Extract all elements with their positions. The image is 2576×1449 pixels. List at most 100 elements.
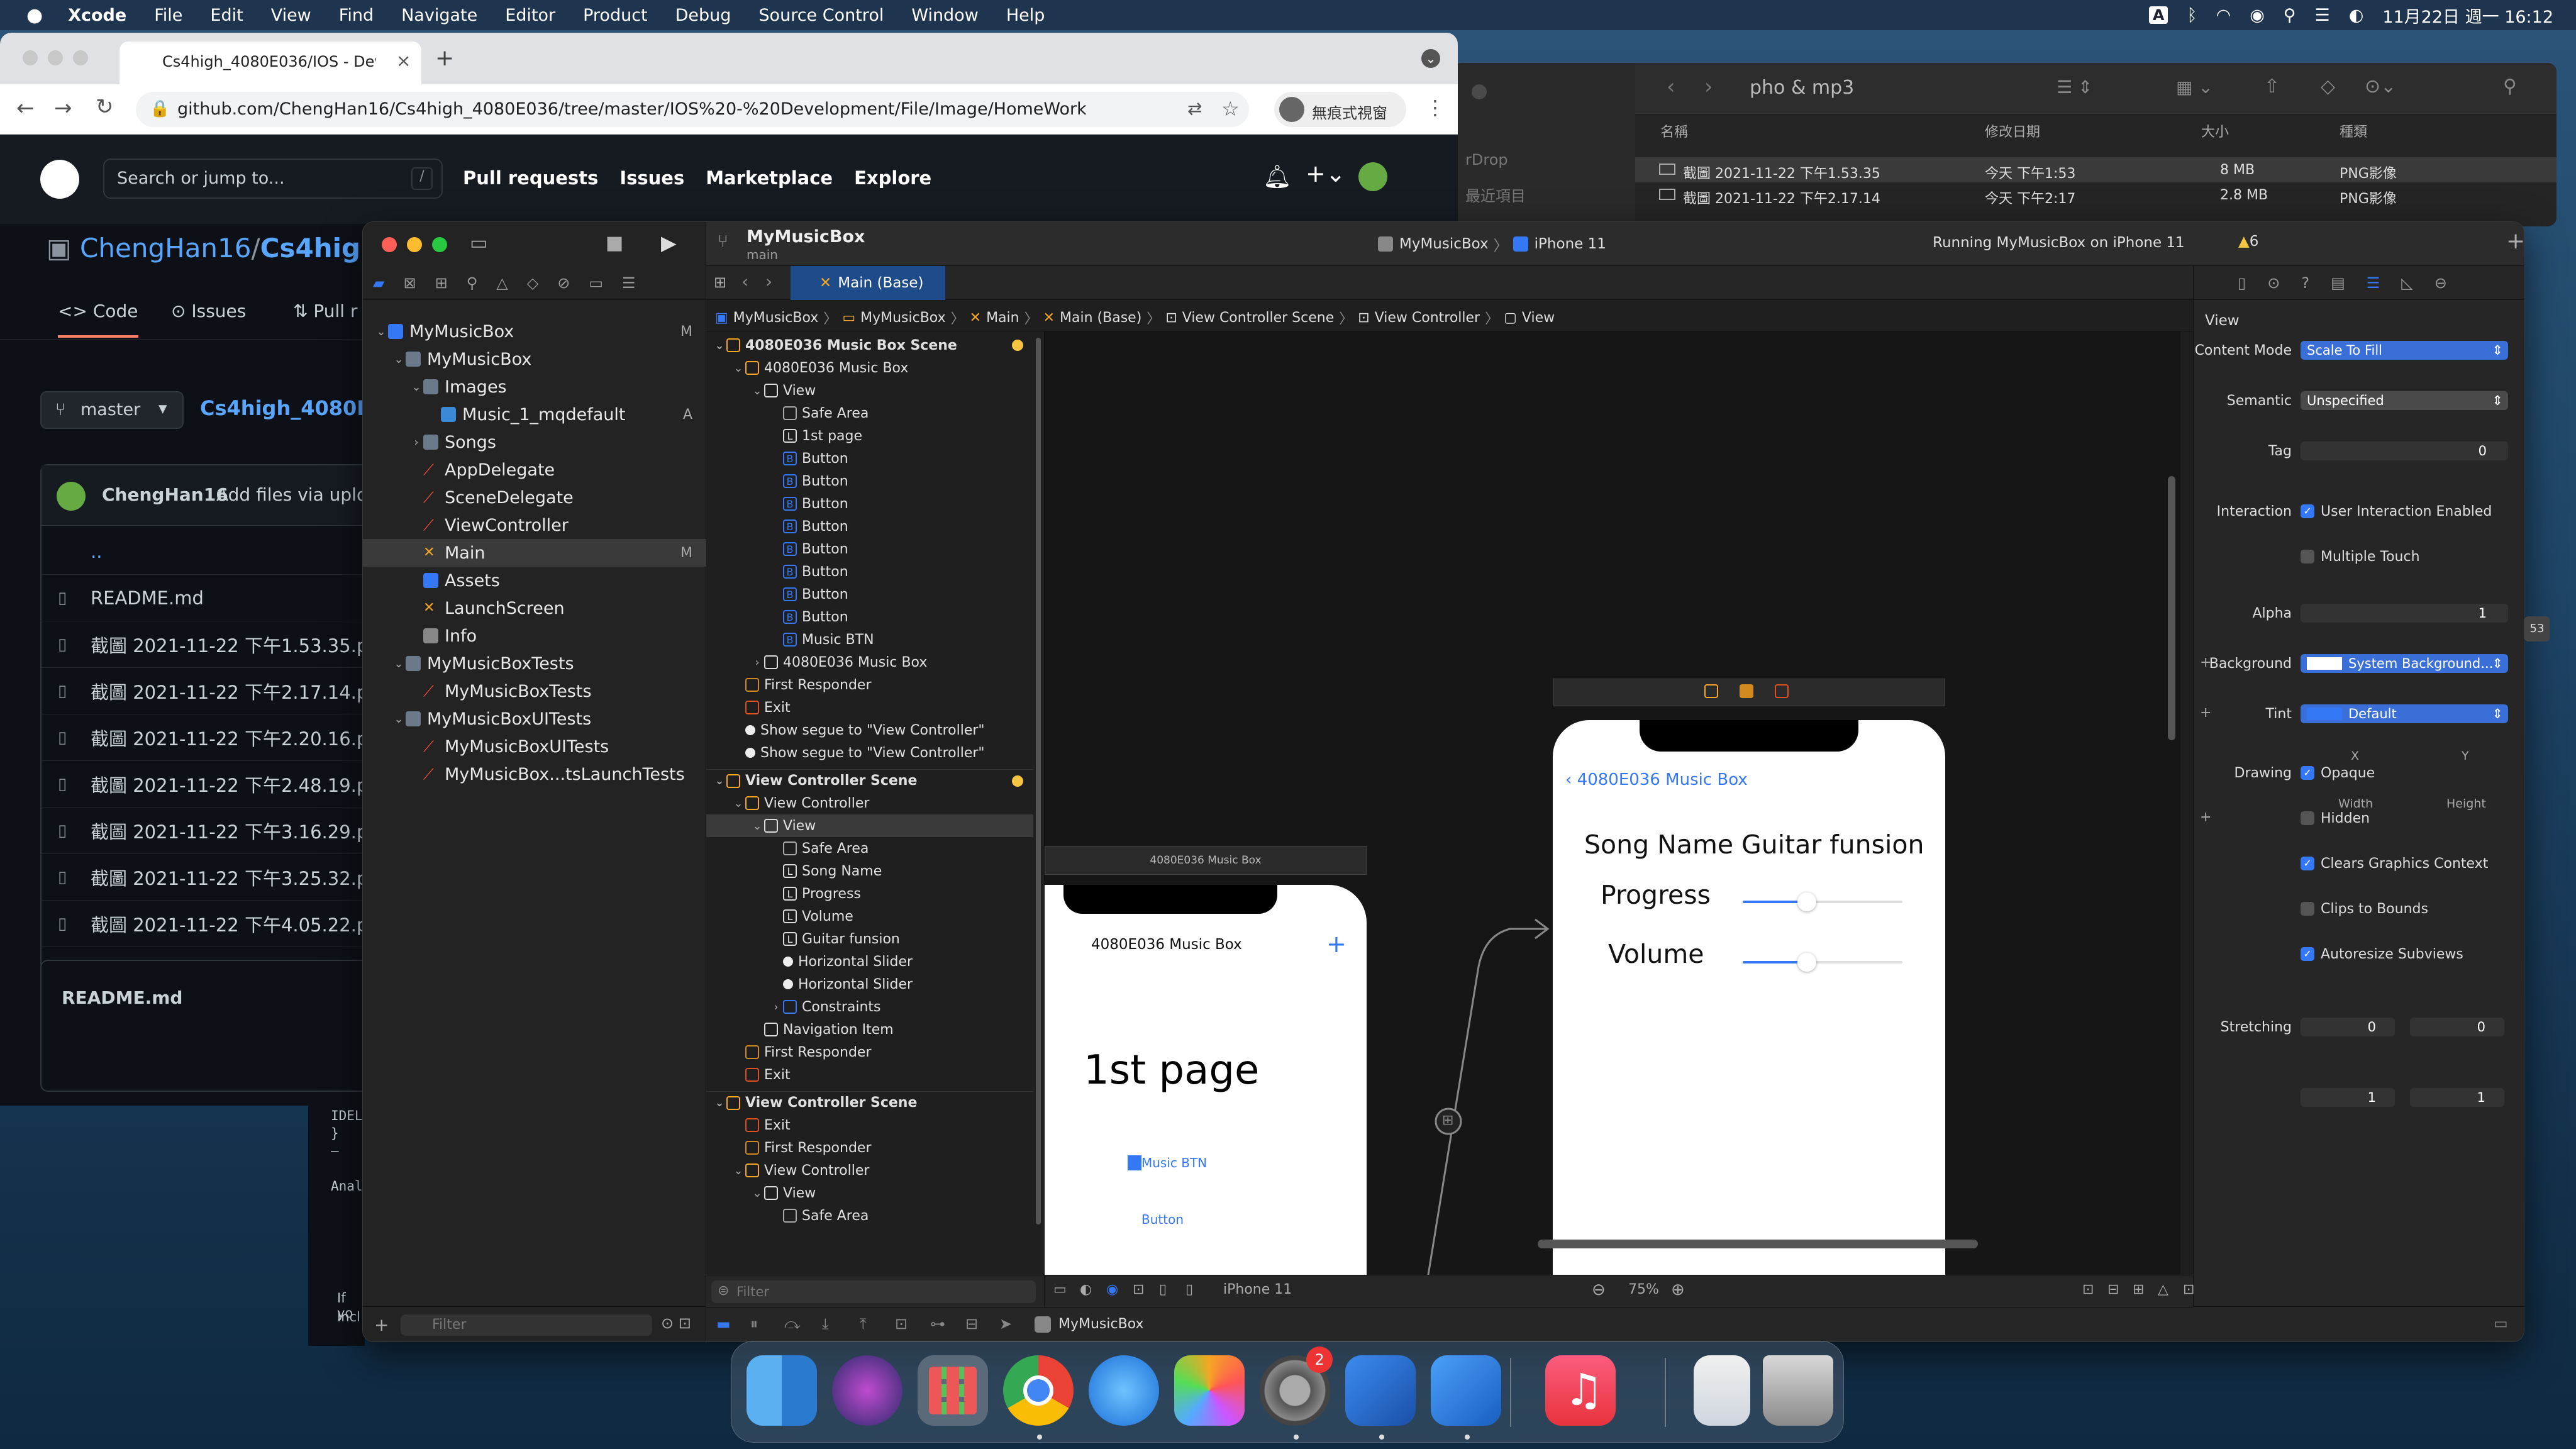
identity-inspector-icon[interactable]: ▤ xyxy=(2331,274,2345,292)
progress-slider[interactable] xyxy=(1743,892,1902,911)
jump-bar-item[interactable]: ▭ MyMusicBox xyxy=(842,310,945,326)
add-variation-icon[interactable]: + xyxy=(2200,655,2211,670)
view-debugger-icon[interactable]: ⊡ xyxy=(895,1315,908,1333)
file-name[interactable]: 截圖 2021-11-22 下午3.25.32.png xyxy=(91,864,391,891)
zoom-in-icon[interactable]: ⊕ xyxy=(1671,1280,1685,1299)
file-name[interactable]: 截圖 2021-11-22 下午2.17.14.png xyxy=(91,678,391,704)
navigator-item[interactable]: ⟋ MyMusicBox...tsLaunchTests xyxy=(363,760,706,788)
outline-item[interactable]: B Button xyxy=(706,606,1033,628)
warning-badge[interactable]: ▲6 xyxy=(2238,233,2258,250)
incognito-indicator[interactable]: 無痕式視窗 xyxy=(1274,92,1406,127)
apple-icon[interactable]: ● xyxy=(26,4,43,26)
minimize-window-button[interactable] xyxy=(48,50,63,65)
address-bar[interactable]: 🔒 github.com/ChengHan16/Cs4high_4080E036… xyxy=(136,92,1249,127)
outline-item[interactable]: L Progress xyxy=(706,882,1033,905)
user-interaction-checkbox[interactable]: ✓ xyxy=(2301,504,2314,518)
autoresize-checkbox[interactable]: ✓ xyxy=(2301,947,2314,961)
share-icon[interactable]: ⇧ xyxy=(2264,75,2280,97)
create-new-icon[interactable]: +⌄ xyxy=(1306,160,1346,187)
scene1-device[interactable]: 4080E036 Music Box + 1st page Music BTN … xyxy=(1045,885,1367,1275)
nav-issues[interactable]: Issues xyxy=(619,167,684,189)
outline-item[interactable]: ⌄ View xyxy=(706,379,1033,402)
nav-pull-requests[interactable]: Pull requests xyxy=(463,167,598,189)
back-icon[interactable]: ← xyxy=(16,96,35,121)
back-icon[interactable]: ‹ xyxy=(1667,74,1675,99)
close-window-button[interactable] xyxy=(23,50,38,65)
outline-item[interactable]: Show segue to "View Controller" xyxy=(706,741,1033,764)
siri-icon[interactable] xyxy=(832,1355,902,1426)
step-out-icon[interactable]: ⤒ xyxy=(860,1315,867,1333)
device-frame-icon[interactable]: ▯ xyxy=(1159,1282,1167,1297)
outline-item[interactable]: Safe Area xyxy=(706,837,1033,860)
outline-item[interactable]: Exit xyxy=(706,696,1033,719)
file-name[interactable]: 截圖 2021-11-22 下午3.16.29.png xyxy=(91,818,391,844)
menu-window[interactable]: Window xyxy=(911,6,978,25)
tab-pull-requests[interactable]: ⇅ Pull r xyxy=(293,301,357,321)
disclosure-icon[interactable]: ⌄ xyxy=(731,362,745,375)
background-select[interactable]: System Background... ⇕ xyxy=(2301,654,2508,673)
navigator-item[interactable]: ⟋ AppDelegate xyxy=(363,456,706,484)
warning-dot-icon[interactable] xyxy=(1012,775,1023,787)
slider-thumb[interactable] xyxy=(1797,892,1816,911)
commit-avatar[interactable] xyxy=(57,482,86,511)
disclosure-icon[interactable]: ⌄ xyxy=(750,819,764,833)
navigator-item[interactable]: Info xyxy=(363,622,706,650)
canvas-device[interactable]: iPhone 11 xyxy=(1223,1282,1292,1297)
location-icon[interactable]: ➤ xyxy=(999,1315,1012,1333)
disclosure-icon[interactable]: ⌄ xyxy=(374,325,388,338)
back-button[interactable]: ‹ 4080E036 Music Box xyxy=(1565,770,1748,789)
commit-user[interactable]: ChengHan16 xyxy=(102,484,228,505)
navigator-item[interactable]: ✕ LaunchScreen xyxy=(363,594,706,622)
menu-find[interactable]: Find xyxy=(339,6,374,25)
add-variation-icon[interactable]: + xyxy=(2200,705,2211,721)
navigator-item[interactable]: Music_1_mqdefault A xyxy=(363,401,706,428)
library-toggle-icon[interactable]: ▭ xyxy=(2494,1314,2508,1332)
back-icon[interactable]: ‹ xyxy=(741,271,748,292)
finder-icon[interactable] xyxy=(747,1355,817,1426)
outline-item[interactable]: ⌄ View Controller Scene xyxy=(706,1091,1033,1114)
more-icon[interactable]: ⊙⌄ xyxy=(2365,75,2396,97)
canvas-vertical-scrollbar[interactable] xyxy=(2168,476,2175,740)
disclosure-icon[interactable]: ⌄ xyxy=(750,384,764,397)
stretch-y-field[interactable]: 0 xyxy=(2410,1018,2504,1036)
outline-item[interactable]: L Guitar funsion xyxy=(706,928,1033,950)
alpha-field[interactable]: 1 xyxy=(2301,604,2508,623)
xcode-icon[interactable] xyxy=(1431,1355,1501,1426)
list-view-icon[interactable]: ☰ ⇕ xyxy=(2057,77,2092,97)
outline-item[interactable]: First Responder xyxy=(706,1041,1033,1063)
disclosure-icon[interactable]: ⌄ xyxy=(713,339,726,352)
stretch-x-field[interactable]: 0 xyxy=(2301,1018,2395,1036)
nav-marketplace[interactable]: Marketplace xyxy=(706,167,833,189)
zoom-window-button[interactable] xyxy=(73,50,88,65)
file-inspector-icon[interactable]: ▯ xyxy=(2238,274,2246,292)
debug-target[interactable]: MyMusicBox xyxy=(1058,1316,1144,1332)
outline-item[interactable]: B Button xyxy=(706,470,1033,492)
attributes-inspector-icon[interactable]: ☰ xyxy=(2367,274,2380,292)
multiple-touch-checkbox[interactable] xyxy=(2301,550,2314,564)
disclosure-icon[interactable]: ⌄ xyxy=(392,713,406,726)
scene1-title-bar[interactable]: 4080E036 Music Box xyxy=(1045,846,1367,875)
source-control-icon[interactable]: ⊠ xyxy=(403,274,416,292)
debug-area-toggle-icon[interactable]: ▬ xyxy=(716,1315,731,1333)
url-text[interactable]: github.com/ChengHan16/Cs4high_4080E036/t… xyxy=(177,99,1087,119)
breakpoint-icon[interactable]: ▭ xyxy=(589,274,603,292)
chrome-menu-icon[interactable]: ⋮ xyxy=(1425,96,1445,119)
navigator-item[interactable]: ✕ Main M xyxy=(363,539,706,567)
navigator-item[interactable]: ⌄ Images xyxy=(363,373,706,401)
outline-item[interactable]: B Button xyxy=(706,515,1033,538)
outline-scrollbar[interactable] xyxy=(1036,338,1042,1237)
menu-help[interactable]: Help xyxy=(1006,6,1045,25)
music-icon[interactable]: ♫ xyxy=(1545,1355,1616,1426)
disclosure-icon[interactable]: ⌄ xyxy=(392,353,406,366)
menu-editor[interactable]: Editor xyxy=(505,6,555,25)
finder-row[interactable]: 截圖 2021-11-22 下午1.53.35 今天 下午1:53 8 MB PNG影… xyxy=(1635,157,2557,182)
commit-message[interactable]: Add files via uploa xyxy=(216,484,378,505)
finder-sidebar-recents[interactable]: 最近項目 xyxy=(1465,184,1526,206)
add-constraints-icon[interactable]: ⊞ xyxy=(2133,1282,2144,1297)
disclosure-icon[interactable]: ⌄ xyxy=(392,657,406,670)
history-inspector-icon[interactable]: ⊙ xyxy=(2267,274,2280,292)
column-size[interactable]: 大小 xyxy=(2201,121,2229,141)
outline-item[interactable]: Safe Area xyxy=(706,402,1033,425)
finder-row[interactable]: 截圖 2021-11-22 下午2.17.14 今天 下午2:17 2.8 MB PN… xyxy=(1635,182,2557,208)
tag-field[interactable]: 0 xyxy=(2301,441,2508,460)
